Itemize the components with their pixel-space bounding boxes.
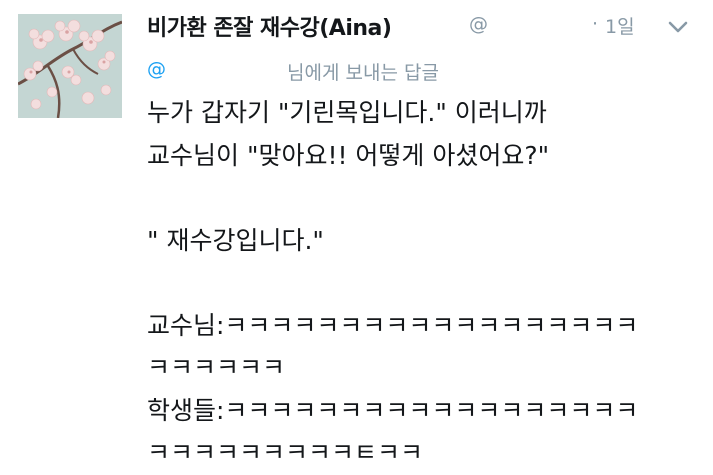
display-name[interactable]: 비가환 존잘 재수강(Aina) [147,10,392,42]
tweet-text: 누가 갑자기 "기린목입니다." 이러니까 교수님이 "맞아요!! 어떻게 아셨… [147,92,707,475]
tweet-line: " 재수강입니다." [147,225,324,255]
tweet-line: 교수님:ㅋㅋㅋㅋㅋㅋㅋㅋㅋㅋㅋㅋㅋㅋㅋㅋㅋㅋ [147,310,639,340]
user-handle[interactable]: @ [469,13,488,35]
tweet-line: 학생들:ㅋㅋㅋㅋㅋㅋㅋㅋㅋㅋㅋㅋㅋㅋㅋㅋㅋㅋ [147,395,639,425]
tweet-line: 누가 갑자기 "기린목입니다." 이러니까 [147,98,547,127]
tweet: 비가환 존잘 재수강(Aina) @ · 1일 @ 님에게 보내는 답글 누가 … [0,0,713,467]
tweet-line: ㅋㅋㅋㅋㅋㅋㅋㅋㅋㅌㅋㅋ [147,438,424,467]
tweet-line [147,177,707,220]
redacted-reply-handle [170,62,282,82]
tweet-line [147,262,707,305]
tweet-line: 교수님이 "맞아요!! 어떻게 아셨어요?" [147,140,550,170]
chevron-down-icon[interactable] [666,17,690,37]
timestamp[interactable]: 1일 [605,12,635,39]
redacted-handle [488,14,590,36]
reply-to-handle[interactable]: @ [147,58,166,80]
reply-context-label: 님에게 보내는 답글 [287,62,439,84]
tweet-line: ㅋㅋㅋㅋㅋㅋ [147,353,286,382]
separator-dot: · [592,13,599,35]
avatar[interactable] [18,14,122,118]
cherry-blossom-image [18,14,122,118]
